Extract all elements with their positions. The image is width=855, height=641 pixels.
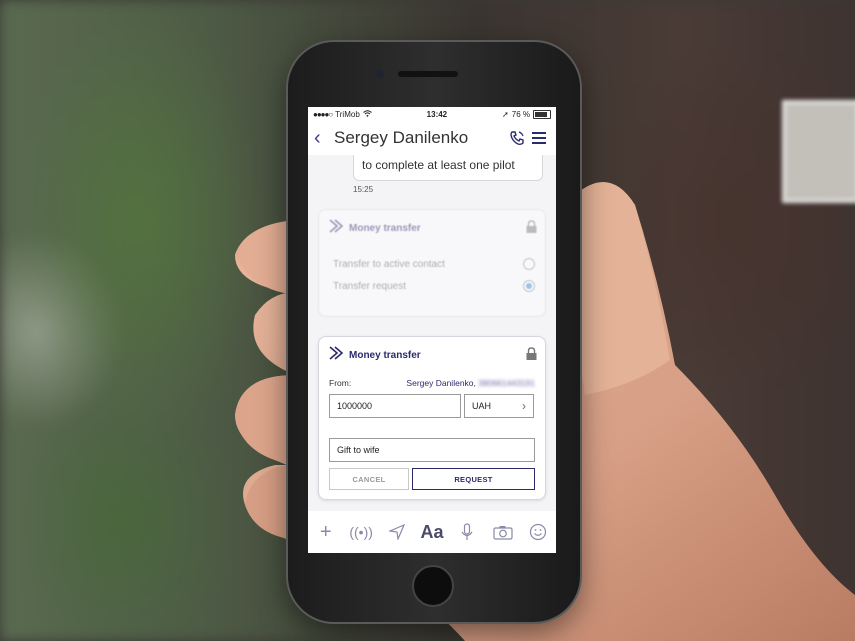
- phone-call-icon[interactable]: [506, 130, 528, 146]
- chat-header: ‹ Sergey Danilenko: [308, 121, 556, 155]
- from-name: Sergey Danilenko,: [406, 378, 476, 388]
- radio-button[interactable]: [523, 258, 535, 270]
- card-title: Money transfer: [349, 350, 421, 361]
- from-account: Sergey Danilenko, 380661443191: [406, 378, 535, 388]
- lock-icon: [526, 346, 537, 365]
- battery-percent: 76 %: [511, 109, 530, 119]
- front-camera: [376, 70, 384, 78]
- option-transfer-active-contact[interactable]: Transfer to active contact: [319, 253, 545, 275]
- battery-icon: [532, 109, 551, 119]
- chevron-right-icon: ›: [522, 399, 526, 413]
- option-transfer-request[interactable]: Transfer request: [319, 275, 545, 297]
- plus-icon[interactable]: +: [313, 521, 339, 544]
- back-icon[interactable]: ‹: [314, 127, 334, 150]
- from-label: From:: [329, 378, 352, 388]
- text-format-icon[interactable]: Aa: [419, 522, 445, 543]
- carrier-label: TriMob: [335, 109, 360, 119]
- home-button[interactable]: [412, 565, 454, 607]
- message-text: to complete at least one pilot: [362, 158, 515, 172]
- currency-select[interactable]: UAH ›: [464, 394, 534, 418]
- currency-value: UAH: [472, 401, 492, 411]
- phone-screen: ●●●●○ TriMob 13:42 ➚ 76 % ‹ Sergey Danil…: [308, 107, 556, 553]
- message-bubble: to complete at least one pilot: [353, 155, 543, 181]
- amount-input[interactable]: 1000000: [329, 394, 461, 418]
- radio-button-selected[interactable]: [523, 280, 535, 292]
- location-arrow-icon: ➚: [502, 109, 509, 119]
- from-number: 380661443191: [478, 378, 535, 388]
- transfer-logo-icon: [329, 345, 345, 366]
- signal-dots: ●●●●○: [313, 109, 333, 119]
- chat-area[interactable]: to complete at least one pilot 15:25 Mon…: [308, 155, 556, 511]
- from-row: From: Sergey Danilenko, 380661443191: [319, 378, 545, 388]
- contact-name: Sergey Danilenko: [334, 128, 469, 147]
- money-transfer-card: Money transfer From: Sergey Danilenko, 3…: [318, 336, 546, 500]
- comment-input[interactable]: Gift to wife: [329, 438, 535, 462]
- request-button[interactable]: REQUEST: [412, 468, 535, 490]
- location-icon[interactable]: [384, 524, 410, 540]
- earpiece-speaker: [398, 71, 458, 77]
- previous-transfer-card: Money transfer Transfer to active contac…: [318, 209, 546, 317]
- microphone-icon[interactable]: [454, 523, 480, 541]
- input-toolbar: + ((•)) Aa: [308, 511, 556, 553]
- card-title: Money transfer: [349, 223, 421, 234]
- message-time: 15:25: [353, 185, 374, 194]
- broadcast-icon[interactable]: ((•)): [348, 524, 374, 540]
- option-label: Transfer to active contact: [333, 258, 445, 270]
- transfer-logo-icon: [329, 218, 345, 239]
- lock-icon: [526, 219, 537, 238]
- status-time: 13:42: [426, 109, 448, 119]
- cancel-button[interactable]: CANCEL: [329, 468, 409, 490]
- menu-icon[interactable]: [528, 132, 550, 144]
- status-bar: ●●●●○ TriMob 13:42 ➚ 76 %: [308, 107, 556, 121]
- camera-icon[interactable]: [490, 525, 516, 540]
- smiley-icon[interactable]: [525, 523, 551, 541]
- amount-value: 1000000: [337, 401, 373, 411]
- wifi-icon: [362, 109, 372, 119]
- comment-value: Gift to wife: [337, 445, 380, 455]
- option-label: Transfer request: [333, 280, 406, 292]
